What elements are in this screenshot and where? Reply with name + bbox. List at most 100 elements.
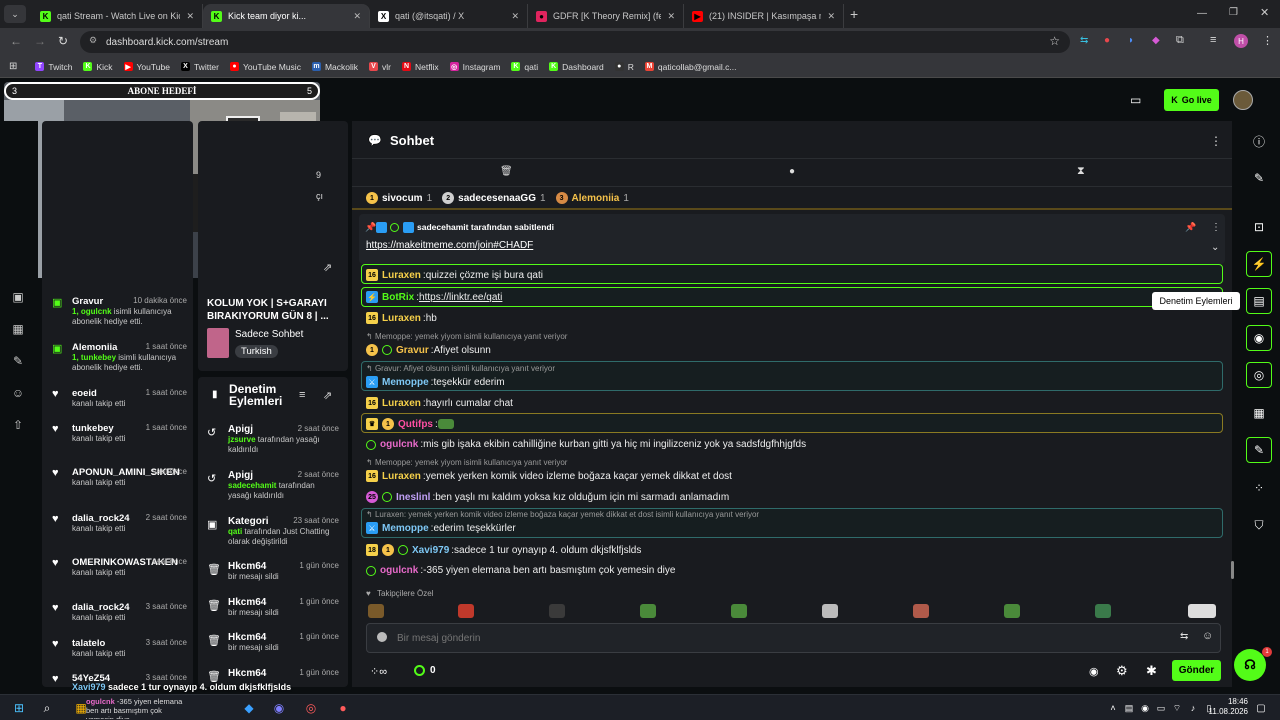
bookmark-item[interactable]: ▶ YouTube [123,62,170,72]
moderation-item[interactable]: ↺ Apigj 2 saat önce sadecehamit tarafından … [207,470,339,501]
chat-username[interactable]: ogulcnk [380,439,418,450]
chat-message[interactable]: 18 1 Xavi979: sadece 1 tur oynayıp 4. oldu… [366,544,641,556]
support-chat-button[interactable]: ☊ [1234,649,1266,681]
input-extension-icon[interactable]: ⇆ [1180,631,1188,642]
emote-icon[interactable] [913,604,929,618]
emote-icon[interactable] [1188,604,1216,618]
analytics-icon[interactable]: ▦ [10,322,26,336]
taskbar-preview[interactable]: ogulcnk -365 yiyen elemana ben artı basm… [82,695,190,719]
chat-message[interactable]: 1 Gravur: Afiyet olsunn [366,344,491,356]
bookmark-star-icon[interactable]: ☆ [1049,34,1060,48]
stream-category[interactable]: Sadece Sohbet [235,329,303,340]
chat-tools-icon[interactable]: ✱ [1146,663,1157,679]
bookmark-item[interactable]: m Mackolik [311,62,358,72]
chat-message[interactable]: 16 Luraxen: hb [366,312,437,324]
bookmark-item[interactable]: K Dashboard [549,62,604,72]
chat-bubble-icon[interactable]: ◉ [1089,665,1099,678]
forward-icon[interactable]: → [34,34,46,48]
stream-info-popout-icon[interactable]: ⇗ [323,261,332,274]
pinned-menu-icon[interactable]: ⋮ [1211,222,1221,233]
layout-icon[interactable]: ▦ [1246,400,1272,426]
pinned-link[interactable]: https://makeitmeme.com/join#CHADF [366,240,533,251]
browser-tab[interactable]: Xqati (@itsqati) / X ✕ [370,4,528,28]
activity-item[interactable]: ♥ OMERINKOWASTAKEN saat önce kanalı takip e… [52,557,187,578]
integrations-icon[interactable]: ⁘ [1246,475,1272,501]
emote-icon[interactable] [1095,604,1111,618]
chat-username[interactable]: ogulcnk [380,565,418,576]
bookmark-item[interactable]: ● YouTube Music [229,62,301,72]
stream-icon[interactable]: ▣ [10,290,26,304]
chat-settings-icon[interactable]: ⚙ [1116,663,1128,679]
community-icon[interactable]: ☺ [10,386,26,400]
activity-item[interactable]: ♥ dalia_rock24 3 saat önce kanalı takip ett… [52,602,187,623]
activity-item[interactable]: ▣ Alemoniia 1 saat önce 1, tunkebey isimli … [52,342,187,373]
reply-context[interactable]: ↰ Memoppe: yemek yiyom isimli kullanıcıy… [366,332,567,341]
edit-icon[interactable]: ✎ [1246,165,1272,191]
bookmark-item[interactable]: K Kick [83,62,113,72]
screenshot-icon[interactable]: ⊡ [1246,214,1272,240]
slow-mode-icon[interactable]: ⧗ [1077,165,1085,178]
chat-message[interactable]: ogulcnk: mis gib işaka ekibin cahilliğin… [366,439,806,450]
windows-start-icon[interactable]: ⊞ [10,699,28,717]
emoji-icon[interactable]: ☺ [1202,630,1213,642]
bookmark-item[interactable]: ◎ Instagram [449,62,500,72]
send-button[interactable]: Gönder [1172,660,1221,681]
chat-message[interactable]: ⚔ Memoppe: ederim teşekkürler [366,522,516,534]
bookmark-item[interactable]: Kqati [511,62,538,72]
search-icon[interactable]: ⌕ [38,699,56,717]
window-close-icon[interactable]: ✕ [1260,6,1269,19]
bookmark-item[interactable]: ● R [614,62,634,72]
chat-username[interactable]: Luraxen [382,270,421,281]
chat-message[interactable]: 16 Luraxen: quizzei çözme işi bura qati [366,269,543,281]
info-icon[interactable]: ⓘ [1246,128,1272,154]
moderation-item[interactable]: 🗑 Hkcm64 1 gün önce bir mesajı sildi [207,632,339,653]
chat-text[interactable]: https://linktr.ee/qati [419,292,502,303]
browser-tab[interactable]: Kqati Stream - Watch Live on Kic ✕ [32,4,203,28]
filter-icon[interactable]: ≡ [299,389,305,401]
chat-rail-icon[interactable]: ◉ [1246,325,1272,351]
shield-icon[interactable]: ⛉ [1246,512,1272,538]
top-gifter[interactable]: 2 sadecesenaaGG 1 [442,192,546,204]
extensions-puzzle-icon[interactable]: ⧉ [1176,34,1184,47]
activity-feed-icon[interactable]: ⚡ [1246,251,1272,277]
chat-message[interactable]: 16 Luraxen: yemek yerken komik video izle… [366,470,732,482]
reply-context[interactable]: ↰ Gravur: Afiyet olsunn isimli kullanıcı… [366,364,555,373]
tab-search-button[interactable]: ⌄ [4,5,26,23]
apps-grid-icon[interactable]: ⊞ [9,61,17,72]
user-avatar[interactable] [1233,90,1253,110]
browser-menu-icon[interactable]: ⋮ [1262,34,1273,47]
chat-input[interactable]: ⇆ ☺ [366,623,1221,653]
emote-icon[interactable] [731,604,747,618]
bookmark-item[interactable]: T Twitch [35,62,72,72]
activity-item[interactable]: ♥ eoeid 1 saat önce kanalı takip etti [52,388,187,409]
tab-close-icon[interactable]: ✕ [821,11,835,22]
reload-icon[interactable]: ↻ [58,34,68,48]
chat-mode-icon[interactable]: ● [789,166,795,177]
reply-context[interactable]: ↰ Memoppe: yemek yiyom isimli kullanıcıy… [366,458,567,467]
notification-icon[interactable]: ▢ [1252,699,1270,717]
moderation-popout-icon[interactable]: ⇗ [323,389,332,402]
unpin-icon[interactable]: 📌 [1185,222,1196,233]
bookmark-item[interactable]: N Netflix [402,62,439,72]
chat-message[interactable]: ogulcnk: -365 yiyen elemana ben artı bas… [366,565,675,576]
clock[interactable]: 18:46 11.08.2026 [1204,697,1248,717]
emote-icon[interactable] [368,604,384,618]
chat-username[interactable]: Ineslinl [396,492,430,503]
reading-list-icon[interactable]: ≡ [1210,34,1216,46]
language-tag[interactable]: Turkish [235,345,278,358]
tab-close-icon[interactable]: ✕ [347,11,361,22]
wrench-icon[interactable]: ✎ [1246,437,1272,463]
emote-icon[interactable] [640,604,656,618]
chat-scrollbar[interactable] [1231,561,1234,579]
category-thumbnail[interactable] [207,328,229,358]
moderation-item[interactable]: 🗑 Hkcm64 1 gün önce [207,668,339,683]
url-bar[interactable]: ⚙ dashboard.kick.com/stream ☆ [80,31,1070,53]
chat-username[interactable]: Luraxen [382,313,421,324]
activity-item[interactable]: ♥ dalia_rock24 2 saat önce kanalı takip ett… [52,513,187,534]
emote-icon[interactable] [549,604,565,618]
chat-input-field[interactable] [397,630,1157,646]
taskbar-app-5[interactable]: ● [334,699,352,717]
taskbar-app-2[interactable]: ◆ [240,699,258,717]
chat-message[interactable]: ⚔ Memoppe: teşekkür ederim [366,376,505,388]
clear-chat-icon[interactable]: 🗑 [500,166,513,177]
